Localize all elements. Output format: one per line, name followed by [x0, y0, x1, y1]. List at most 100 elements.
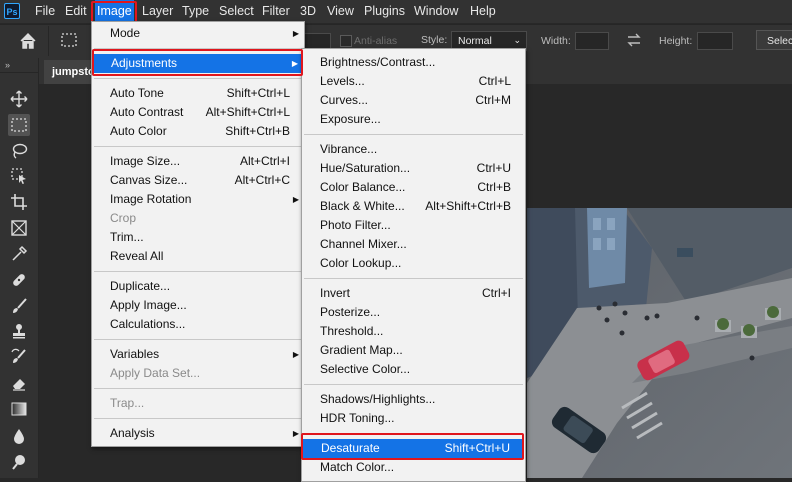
menu-3d[interactable]: 3D	[300, 0, 316, 23]
image-item-calculations[interactable]: Calculations...	[92, 315, 304, 334]
menu-item-label: Variables	[110, 347, 160, 361]
height-field[interactable]	[697, 32, 733, 50]
menu-separator	[94, 339, 302, 340]
adjustments-item-selective-color[interactable]: Selective Color...	[302, 360, 525, 379]
adjustments-item-posterize[interactable]: Posterize...	[302, 303, 525, 322]
frame-tool-icon[interactable]	[8, 217, 30, 239]
menu-item-label: Color Lookup...	[320, 256, 402, 270]
adjustments-item-gradient-map[interactable]: Gradient Map...	[302, 341, 525, 360]
menu-filter[interactable]: Filter	[262, 0, 290, 23]
image-item-reveal-all[interactable]: Reveal All	[92, 247, 304, 266]
menu-plugins[interactable]: Plugins	[364, 0, 405, 23]
menu-item-shortcut: Ctrl+B	[477, 180, 511, 194]
menu-help[interactable]: Help	[470, 0, 496, 23]
style-label: Style:	[421, 34, 448, 46]
healing-brush-tool-icon[interactable]	[8, 269, 30, 291]
history-brush-tool-icon[interactable]	[8, 346, 30, 368]
dodge-tool-icon[interactable]	[8, 451, 30, 473]
eraser-tool-icon[interactable]	[8, 372, 30, 394]
document-photo[interactable]	[527, 208, 792, 478]
menu-item-label: Reveal All	[110, 249, 164, 263]
adjustments-item-color-lookup[interactable]: Color Lookup...	[302, 254, 525, 273]
image-item-canvas-size[interactable]: Canvas Size... Alt+Ctrl+C	[92, 171, 304, 190]
adjustments-item-photo-filter[interactable]: Photo Filter...	[302, 216, 525, 235]
image-item-image-size[interactable]: Image Size... Alt+Ctrl+I	[92, 152, 304, 171]
image-item-analysis[interactable]: Analysis ▶	[92, 424, 304, 443]
home-icon[interactable]	[18, 32, 38, 50]
swap-icon[interactable]	[625, 31, 643, 49]
eyedropper-tool-icon[interactable]	[8, 243, 30, 265]
brush-tool-icon[interactable]	[8, 295, 30, 317]
adjustments-item-threshold[interactable]: Threshold...	[302, 322, 525, 341]
menu-separator	[94, 271, 302, 272]
adjustments-item-color-balance[interactable]: Color Balance... Ctrl+B	[302, 178, 525, 197]
move-tool-icon[interactable]	[8, 88, 30, 110]
collapse-panel-icon[interactable]: »	[5, 60, 10, 70]
menu-item-shortcut: Alt+Shift+Ctrl+L	[205, 105, 290, 119]
menu-separator	[94, 388, 302, 389]
image-item-duplicate[interactable]: Duplicate...	[92, 277, 304, 296]
desaturate-highlight	[301, 433, 524, 460]
image-item-trim[interactable]: Trim...	[92, 228, 304, 247]
width-field[interactable]	[575, 32, 609, 50]
object-selection-tool-icon[interactable]	[8, 165, 30, 187]
image-item-image-rotation[interactable]: Image Rotation ▶	[92, 190, 304, 209]
menu-item-shortcut: Alt+Ctrl+I	[239, 154, 290, 168]
image-item-mode[interactable]: Mode ▶	[92, 24, 304, 43]
image-menu: Mode ▶ Adjustments ▶ Auto Tone Shift+Ctrl+L Au…	[91, 21, 305, 447]
adjustments-item-brightness-contrast[interactable]: Brightness/Contrast...	[302, 53, 525, 72]
submenu-arrow-icon: ▶	[292, 29, 299, 38]
menu-item-label: Calculations...	[110, 317, 186, 331]
menu-edit[interactable]: Edit	[65, 0, 87, 23]
adjustments-item-levels[interactable]: Levels... Ctrl+L	[302, 72, 525, 91]
menu-item-label: Image Rotation	[110, 192, 192, 206]
menu-item-label: Vibrance...	[320, 142, 378, 156]
adjustments-highlight	[92, 49, 303, 76]
lasso-tool-icon[interactable]	[8, 140, 30, 162]
chevron-down-icon: ⌄	[513, 35, 521, 45]
menu-item-label: Color Balance...	[320, 180, 406, 194]
image-item-auto-contrast[interactable]: Auto Contrast Alt+Shift+Ctrl+L	[92, 103, 304, 122]
menu-layer[interactable]: Layer	[142, 0, 173, 23]
image-item-variables[interactable]: Variables ▶	[92, 345, 304, 364]
menu-item-label: Apply Image...	[110, 298, 187, 312]
menu-item-label: Image Size...	[110, 154, 181, 168]
adjustments-item-hdr-toning[interactable]: HDR Toning...	[302, 409, 525, 428]
menu-item-label: Trap...	[110, 396, 145, 410]
anti-alias-checkbox[interactable]	[340, 35, 352, 47]
blur-tool-icon[interactable]	[8, 425, 30, 447]
rectangular-marquee-option-icon[interactable]	[60, 32, 78, 48]
menu-file[interactable]: File	[35, 0, 55, 23]
photoshop-logo-icon: Ps	[4, 3, 20, 19]
adjustments-item-black-white[interactable]: Black & White... Alt+Shift+Ctrl+B	[302, 197, 525, 216]
menu-item-label: Levels...	[320, 74, 365, 88]
select-and-mask-button[interactable]: Select	[756, 30, 792, 50]
rectangular-marquee-tool-icon[interactable]	[8, 114, 30, 136]
image-menu-highlight	[91, 1, 137, 23]
image-item-apply-image[interactable]: Apply Image...	[92, 296, 304, 315]
menu-item-label: Duplicate...	[110, 279, 171, 293]
adjustments-item-match-color[interactable]: Match Color...	[302, 458, 525, 477]
adjustments-item-channel-mixer[interactable]: Channel Mixer...	[302, 235, 525, 254]
menu-item-label: Posterize...	[320, 305, 381, 319]
menu-window[interactable]: Window	[414, 0, 458, 23]
adjustments-item-invert[interactable]: Invert Ctrl+I	[302, 284, 525, 303]
divider	[48, 26, 49, 56]
menu-item-label: Match Color...	[320, 460, 395, 474]
adjustments-item-exposure[interactable]: Exposure...	[302, 110, 525, 129]
image-item-auto-color[interactable]: Auto Color Shift+Ctrl+B	[92, 122, 304, 141]
image-item-crop: Crop	[92, 209, 304, 228]
menu-select[interactable]: Select	[219, 0, 254, 23]
gradient-tool-icon[interactable]	[8, 398, 30, 420]
height-label: Height:	[659, 35, 693, 47]
adjustments-item-curves[interactable]: Curves... Ctrl+M	[302, 91, 525, 110]
menu-type[interactable]: Type	[182, 0, 209, 23]
adjustments-item-vibrance[interactable]: Vibrance...	[302, 140, 525, 159]
clone-stamp-tool-icon[interactable]	[8, 320, 30, 342]
adjustments-item-hue-saturation[interactable]: Hue/Saturation... Ctrl+U	[302, 159, 525, 178]
menu-view[interactable]: View	[327, 0, 354, 23]
crop-tool-icon[interactable]	[8, 191, 30, 213]
image-item-auto-tone[interactable]: Auto Tone Shift+Ctrl+L	[92, 84, 304, 103]
menu-item-shortcut: Ctrl+U	[476, 161, 511, 175]
adjustments-item-shadows-highlights[interactable]: Shadows/Highlights...	[302, 390, 525, 409]
